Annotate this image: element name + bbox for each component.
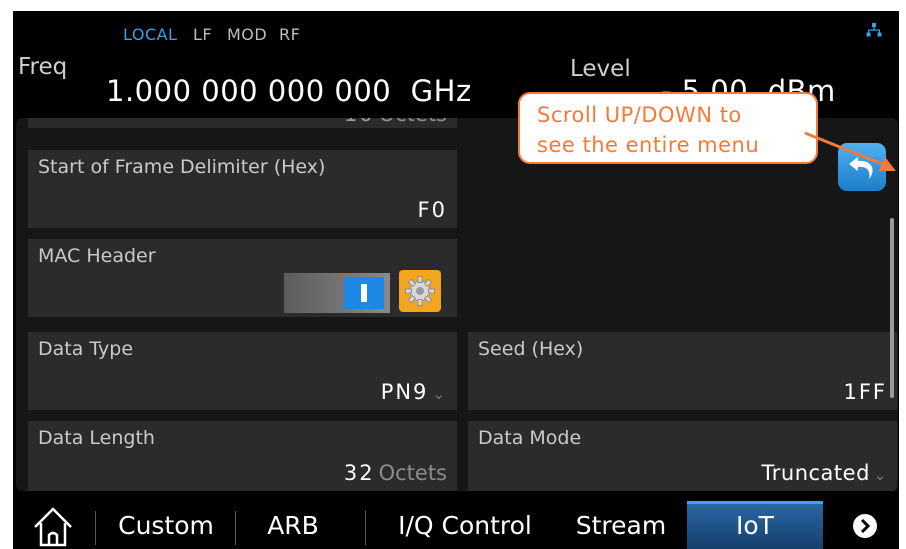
network-icon: [866, 23, 882, 37]
callout-arrow-icon: [804, 131, 896, 171]
mac-header-settings-button[interactable]: [399, 270, 441, 312]
sfd-value: F0: [417, 198, 447, 222]
tab-separator: [365, 511, 366, 545]
data-type-label: Data Type: [38, 338, 134, 360]
tab-next[interactable]: [845, 501, 885, 549]
data-length-field[interactable]: Data Length 32 Octets: [28, 421, 457, 491]
data-mode-value: Truncated ⌄: [761, 461, 887, 485]
mac-header-toggle[interactable]: [284, 273, 390, 313]
seed-field[interactable]: Seed (Hex) 1FF: [468, 332, 897, 410]
tab-custom[interactable]: Custom: [101, 501, 231, 549]
sfd-label: Start of Frame Delimiter (Hex): [38, 156, 326, 178]
home-icon: [34, 507, 72, 547]
sfd-field[interactable]: Start of Frame Delimiter (Hex) F0: [28, 150, 457, 228]
mode-lf: LF: [193, 25, 213, 44]
gear-icon: [405, 276, 435, 306]
chevron-down-icon: ⌄: [432, 385, 447, 403]
tab-separator: [95, 511, 96, 545]
mac-header-label: MAC Header: [38, 245, 156, 267]
tab-arb[interactable]: ARB: [258, 501, 328, 549]
data-length-label: Data Length: [38, 427, 155, 449]
chevron-down-icon: ⌄: [873, 466, 887, 484]
scroll-hint-callout: Scroll UP/DOWN to see the entire menu: [518, 92, 818, 164]
data-type-field[interactable]: Data Type PN9 ⌄: [28, 332, 457, 410]
data-length-value: 32 Octets: [343, 461, 447, 485]
freq-label: Freq: [18, 54, 68, 80]
partial-value: 10Octets: [344, 118, 447, 126]
data-mode-label: Data Mode: [478, 427, 582, 449]
tab-bar: Custom ARB I/Q Control Stream IoT: [13, 501, 899, 549]
partial-field[interactable]: 10Octets: [28, 118, 457, 128]
tab-iq-control[interactable]: I/Q Control: [375, 501, 555, 549]
data-mode-field[interactable]: Data Mode Truncated ⌄: [468, 421, 897, 491]
mode-local: LOCAL: [123, 25, 178, 44]
mode-mod: MOD: [227, 25, 268, 44]
callout-line-1: Scroll UP/DOWN to: [537, 103, 742, 127]
mac-header-field: MAC Header: [28, 239, 457, 317]
instrument-screen: LOCAL LF MOD RF Freq 1.000 000 000 000 G…: [13, 11, 899, 549]
tab-separator: [235, 511, 236, 545]
scrollbar[interactable]: [890, 218, 894, 398]
seed-value: 1FF: [843, 380, 887, 404]
callout-line-2: see the entire menu: [537, 133, 760, 157]
data-type-value: PN9 ⌄: [380, 380, 447, 404]
tab-home[interactable]: [23, 501, 83, 549]
freq-value[interactable]: 1.000 000 000 000 GHz: [106, 74, 472, 108]
chevron-right-icon: [853, 514, 877, 538]
seed-label: Seed (Hex): [478, 338, 584, 360]
tab-stream[interactable]: Stream: [561, 501, 681, 549]
tab-iot[interactable]: IoT: [687, 501, 823, 549]
mode-rf: RF: [279, 25, 301, 44]
toggle-knob: [344, 277, 384, 309]
settings-panel[interactable]: 10Octets Start of Frame Delimiter (Hex) …: [16, 118, 898, 491]
level-label: Level: [570, 56, 631, 82]
